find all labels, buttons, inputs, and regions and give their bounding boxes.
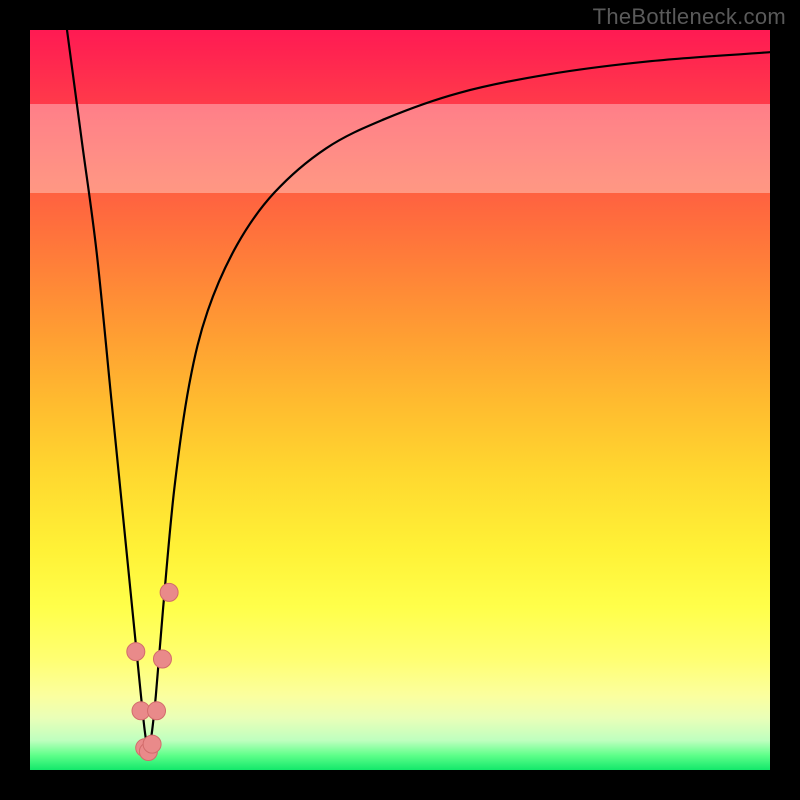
highlight-marker	[160, 583, 178, 601]
highlight-marker	[127, 643, 145, 661]
chart-frame: TheBottleneck.com	[0, 0, 800, 800]
plot-area	[30, 30, 770, 770]
highlight-marker	[143, 735, 161, 753]
watermark-text: TheBottleneck.com	[593, 4, 786, 30]
bottleneck-curve	[67, 30, 770, 746]
highlight-marker	[153, 650, 171, 668]
highlight-marker	[148, 702, 166, 720]
curve-layer	[30, 30, 770, 770]
